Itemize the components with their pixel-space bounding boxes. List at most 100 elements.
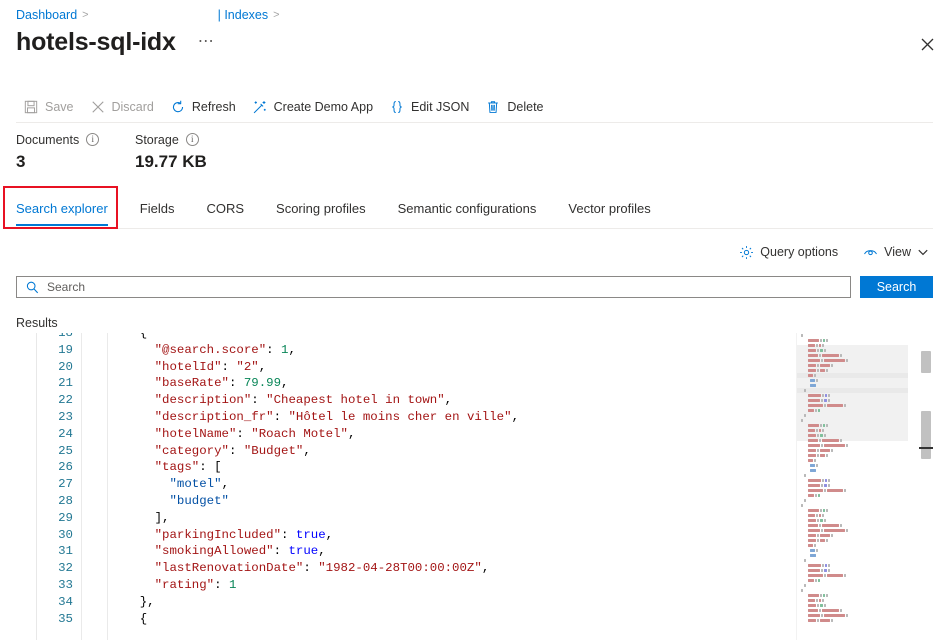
minimap-token [844, 574, 846, 577]
search-icon [26, 281, 39, 294]
minimap-token [817, 454, 819, 457]
search-box[interactable] [16, 276, 851, 298]
tab-scoring-profiles[interactable]: Scoring profiles [276, 201, 366, 226]
minimap-token [820, 424, 822, 427]
discard-button[interactable]: Discard [83, 92, 163, 122]
refresh-button[interactable]: Refresh [163, 92, 245, 122]
line-number: 26 [37, 459, 82, 476]
minimap-token [814, 374, 816, 377]
minimap-token [810, 469, 816, 472]
minimap-token [804, 414, 806, 417]
minimap-token [821, 569, 823, 572]
save-button[interactable]: Save [16, 92, 83, 122]
minimap-token [823, 509, 825, 512]
minimap-token [817, 539, 819, 542]
tab-semantic-configurations[interactable]: Semantic configurations [398, 201, 537, 226]
create-demo-app-button[interactable]: Create Demo App [245, 92, 382, 122]
eye-icon [862, 244, 878, 260]
minimap-token [808, 444, 820, 447]
minimap-token [808, 359, 820, 362]
minimap-token [808, 539, 815, 542]
line-number: 24 [37, 426, 82, 443]
minimap-token [824, 434, 826, 437]
minimap-token [827, 489, 843, 492]
minimap-token [820, 454, 826, 457]
editor-minimap[interactable] [796, 333, 908, 640]
minimap-token [818, 409, 820, 412]
delete-button[interactable]: Delete [478, 92, 552, 122]
minimap-token [808, 579, 814, 582]
breadcrumb-item-indexes[interactable]: | Indexes [218, 8, 269, 22]
stat-documents-label: Documents [16, 133, 79, 147]
scrollbar-thumb-upper[interactable] [921, 351, 931, 373]
breadcrumb-separator-icon-2: > [273, 9, 279, 21]
minimap-token [821, 359, 823, 362]
minimap-token [819, 609, 821, 612]
edit-json-label: Edit JSON [411, 100, 469, 114]
tab-search-explorer[interactable]: Search explorer [16, 201, 108, 226]
minimap-token [810, 549, 815, 552]
search-button[interactable]: Search [860, 276, 933, 298]
minimap-token [824, 489, 826, 492]
minimap-token [817, 604, 819, 607]
minimap-token [808, 494, 814, 497]
minimap-token [816, 549, 818, 552]
close-button[interactable] [911, 28, 943, 60]
minimap-token [821, 484, 823, 487]
minimap-token [801, 334, 803, 337]
editor-vertical-scrollbar[interactable] [919, 333, 933, 640]
minimap-token [831, 534, 833, 537]
minimap-token [824, 574, 826, 577]
minimap-token [821, 529, 823, 532]
minimap-token [808, 434, 815, 437]
line-fold-space [82, 443, 110, 460]
tab-cors[interactable]: CORS [206, 201, 244, 226]
minimap-token [808, 409, 814, 412]
minimap-token [826, 594, 828, 597]
minimap-token [804, 584, 806, 587]
minimap-token [824, 569, 827, 572]
command-bar-divider [16, 122, 933, 123]
minimap-token [808, 369, 815, 372]
tab-vector-profiles[interactable]: Vector profiles [568, 201, 650, 226]
minimap-token [819, 524, 821, 527]
breadcrumb-item-dashboard[interactable]: Dashboard [16, 8, 77, 22]
azure-portal-blade: Dashboard > | Indexes > hotels-sql-idx ⋯… [0, 0, 949, 640]
minimap-token [840, 439, 842, 442]
query-options-button[interactable]: Query options [733, 241, 843, 263]
magic-wand-icon [252, 99, 268, 115]
results-json-editor[interactable]: 18 {19 "@search.score": 1,20 "hotelId": … [36, 333, 933, 640]
info-icon[interactable]: i [86, 133, 99, 146]
minimap-token [810, 384, 816, 387]
minimap-token [822, 394, 824, 397]
edit-json-button[interactable]: Edit JSON [382, 92, 478, 122]
discard-label: Discard [112, 100, 154, 114]
minimap-token [808, 524, 817, 527]
view-label: View [884, 245, 911, 259]
delete-label: Delete [507, 100, 543, 114]
line-fold-space [82, 359, 110, 376]
minimap-token [827, 404, 843, 407]
line-number: 23 [37, 409, 82, 426]
scrollbar-thumb[interactable] [921, 411, 931, 459]
minimap-token [808, 489, 822, 492]
minimap-token [820, 619, 829, 622]
save-icon [23, 99, 39, 115]
search-input[interactable] [47, 278, 842, 296]
minimap-token [822, 599, 824, 602]
minimap-token [816, 464, 818, 467]
minimap-token [828, 564, 830, 567]
minimap-token [840, 354, 842, 357]
minimap-token [822, 609, 839, 612]
more-options-icon[interactable]: ⋯ [194, 33, 220, 51]
minimap-token [819, 599, 821, 602]
minimap-token [822, 439, 839, 442]
info-icon[interactable]: i [186, 133, 199, 146]
minimap-token [820, 364, 829, 367]
minimap-token [816, 429, 818, 432]
tab-fields[interactable]: Fields [140, 201, 175, 226]
minimap-token [817, 434, 819, 437]
view-button[interactable]: View [857, 241, 933, 263]
line-number: 29 [37, 510, 82, 527]
minimap-token [808, 544, 812, 547]
